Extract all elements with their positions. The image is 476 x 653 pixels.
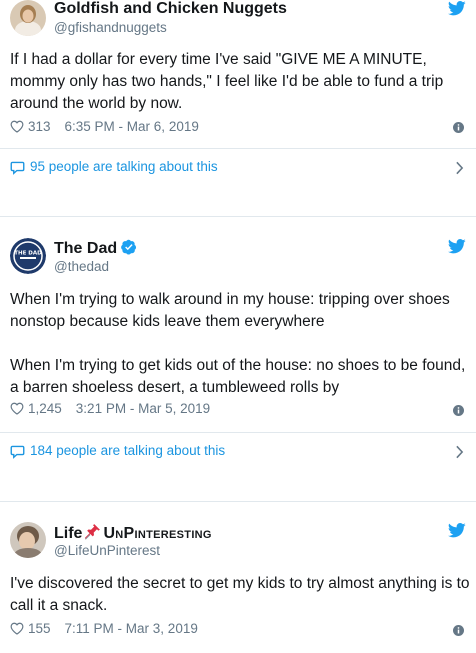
card-divider — [0, 216, 476, 217]
conversation-count[interactable]: 95 people are talking about this — [30, 159, 218, 174]
heart-icon[interactable] — [10, 120, 24, 133]
display-name[interactable]: Goldfish and Chicken Nuggets — [54, 0, 287, 18]
twitter-bird-icon[interactable] — [448, 1, 466, 16]
avatar[interactable] — [10, 0, 46, 36]
tweet-text: If I had a dollar for every time I've sa… — [10, 51, 444, 112]
heart-icon[interactable] — [10, 622, 24, 635]
conversation-count[interactable]: 184 people are talking about this — [30, 443, 225, 458]
info-icon[interactable] — [453, 625, 464, 636]
user-handle[interactable]: @LifeUnPinterest — [54, 543, 160, 558]
twitter-bird-icon[interactable] — [448, 239, 466, 254]
chevron-right-icon — [456, 161, 464, 175]
timestamp[interactable]: 6:35 PM - Mar 6, 2019 — [65, 119, 199, 134]
tweet-text: I've discovered the secret to get my kid… — [10, 575, 470, 614]
like-count[interactable]: 313 — [28, 119, 51, 134]
verified-badge-icon — [121, 239, 137, 255]
display-name[interactable]: The Dad — [54, 239, 137, 258]
timestamp[interactable]: 3:21 PM - Mar 5, 2019 — [76, 401, 210, 416]
tweet-text: When I'm trying to walk around in my hou… — [10, 291, 466, 396]
display-name-part1: Life — [54, 525, 83, 542]
conversation-link[interactable]: 184 people are talking about this — [0, 433, 476, 471]
speech-bubble-icon — [10, 161, 25, 175]
like-count[interactable]: 1,245 — [28, 401, 62, 416]
avatar[interactable] — [10, 522, 46, 558]
card-divider — [0, 501, 476, 502]
tweet-meta: 313 6:35 PM - Mar 6, 2019 — [10, 119, 199, 134]
tweet-card: THE DAD The Dad @thedad When I'm trying … — [0, 230, 476, 495]
info-icon[interactable] — [453, 122, 464, 133]
heart-icon[interactable] — [10, 402, 24, 415]
pushpin-icon — [85, 524, 101, 540]
tweet-meta: 1,245 3:21 PM - Mar 5, 2019 — [10, 401, 210, 416]
chevron-right-icon — [456, 445, 464, 459]
info-icon[interactable] — [453, 405, 464, 416]
like-count[interactable]: 155 — [28, 621, 51, 636]
display-name[interactable]: Life UnPinteresting — [54, 523, 212, 543]
tweet-card: Goldfish and Chicken Nuggets @gfishandnu… — [0, 0, 476, 209]
display-name-text: The Dad — [54, 240, 118, 257]
speech-bubble-icon — [10, 445, 25, 459]
tweet-meta: 155 7:11 PM - Mar 3, 2019 — [10, 621, 198, 636]
user-handle[interactable]: @thedad — [54, 259, 109, 274]
conversation-link[interactable]: 95 people are talking about this — [0, 149, 476, 187]
avatar[interactable]: THE DAD — [10, 238, 46, 274]
user-handle[interactable]: @gfishandnuggets — [54, 20, 167, 35]
tweet-card: Life UnPinteresting @LifeUnPinterest I'v… — [0, 515, 476, 653]
timestamp[interactable]: 7:11 PM - Mar 3, 2019 — [65, 621, 198, 636]
twitter-bird-icon[interactable] — [448, 523, 466, 538]
display-name-part2: UnPinteresting — [103, 525, 212, 542]
avatar-logo-text: THE DAD — [14, 251, 42, 257]
